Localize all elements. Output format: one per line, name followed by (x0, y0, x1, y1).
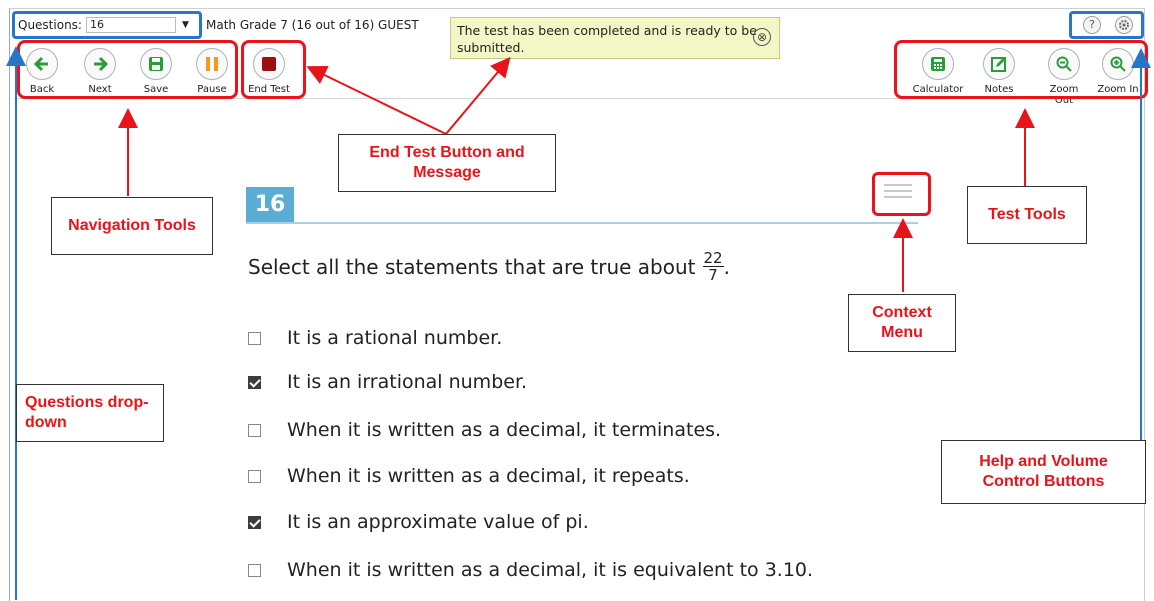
callout-context-menu: Context Menu (848, 294, 956, 352)
callout-end-test: End Test Button and Message (338, 134, 556, 192)
callout-navigation-tools: Navigation Tools (51, 197, 213, 255)
callout-arrows (5, 46, 1151, 600)
callout-questions-dropdown: Questions drop-down (16, 384, 164, 442)
callout-help-volume: Help and Volume Control Buttons (941, 440, 1146, 504)
callout-test-tools: Test Tools (967, 186, 1087, 244)
